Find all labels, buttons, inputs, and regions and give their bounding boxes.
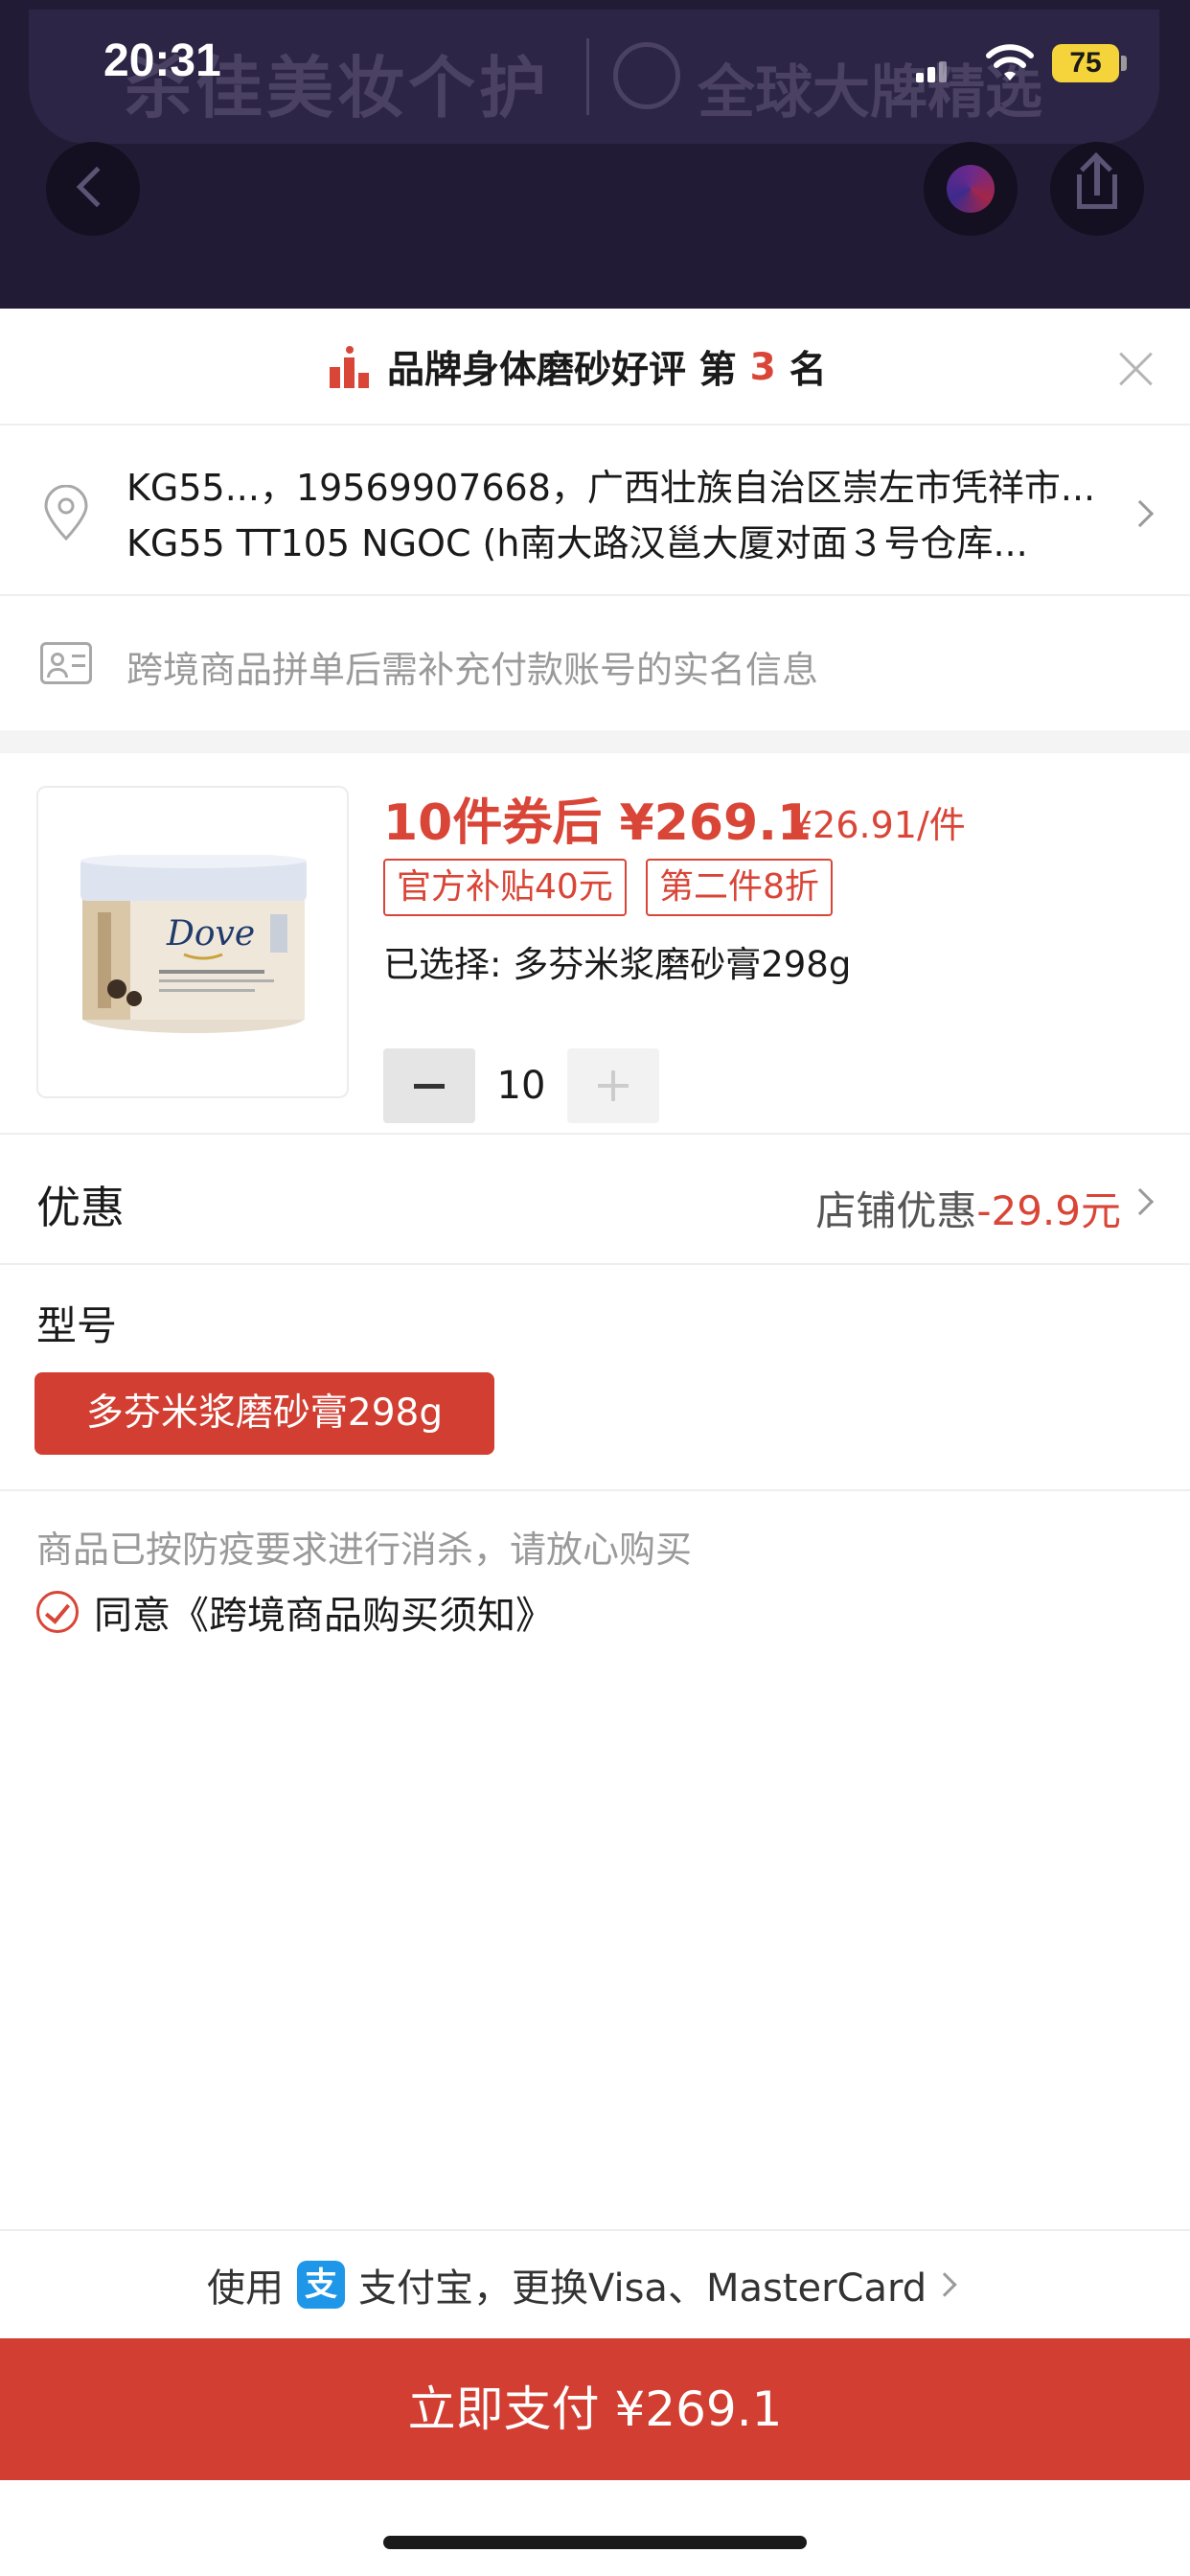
product-card: Dove 10件券后 ¥269.1 ¥26.91/件 官方补贴40元 第二件8折…	[0, 753, 1190, 1135]
identity-notice-row[interactable]: 跨境商品拼单后需补充付款账号的实名信息	[0, 596, 1190, 730]
share-button[interactable]	[1050, 142, 1144, 236]
cellular-signal-icon	[916, 58, 950, 82]
payment-method-row[interactable]: 使用 支 支付宝，更换Visa、MasterCard	[0, 2229, 1190, 2338]
product-image[interactable]: Dove	[36, 786, 349, 1098]
rank-number: 3	[749, 345, 776, 389]
close-icon[interactable]	[1115, 347, 1157, 389]
battery-icon: 75	[1052, 44, 1119, 82]
battery-level: 75	[1069, 47, 1102, 79]
discount-label: 优惠	[36, 1182, 125, 1233]
price-after-coupon: 10件券后 ¥269.1	[383, 794, 812, 852]
subsidy-tag: 官方补贴40元	[383, 859, 627, 916]
banner-divider	[586, 38, 589, 115]
model-option-selected[interactable]: 多芬米浆磨砂膏298g	[34, 1372, 494, 1455]
rank-suffix: 名	[789, 349, 827, 392]
unit-price: ¥26.91/件	[790, 804, 966, 846]
store-discount-amount: -29.9元	[976, 1187, 1121, 1234]
chevron-right-icon	[1126, 1187, 1155, 1216]
identity-notice-text: 跨境商品拼单后需补充付款账号的实名信息	[126, 649, 819, 691]
rank-prefix: 品牌身体磨砂好评 第	[387, 349, 737, 392]
alipay-icon: 支	[297, 2261, 345, 2309]
brand-logo-button[interactable]	[924, 142, 1018, 236]
address-selector[interactable]: KG55...，19569907668，广西壮族自治区崇左市凭祥市... KG5…	[0, 426, 1190, 596]
chevron-right-icon	[932, 2272, 957, 2297]
discount-row[interactable]: 优惠 店铺优惠-29.9元	[0, 1135, 1190, 1265]
checkout-sheet: 品牌身体磨砂好评 第 3 名 KG55...，19569907668，广西壮族自…	[0, 309, 1190, 2576]
model-label: 型号	[36, 1302, 118, 1349]
brand-logo-icon	[947, 165, 995, 213]
model-section: 型号 多芬米浆磨砂膏298g	[0, 1265, 1190, 1491]
checked-circle-icon[interactable]	[36, 1591, 79, 1633]
selected-variant-text: 已选择: 多芬米浆磨砂膏298g	[383, 944, 852, 985]
status-time: 20:31	[103, 35, 221, 86]
agreement-row[interactable]: 同意《跨境商品购买须知》	[36, 1585, 554, 1639]
rank-banner[interactable]: 品牌身体磨砂好评 第 3 名	[0, 309, 1190, 426]
back-button[interactable]	[46, 142, 140, 236]
chevron-left-icon	[76, 166, 118, 208]
store-discount-label: 店铺优惠	[815, 1187, 977, 1234]
quantity-decrease-button[interactable]	[383, 1048, 475, 1123]
dove-jar-image: Dove	[80, 855, 307, 1033]
agreement-text[interactable]: 同意《跨境商品购买须知》	[94, 1584, 554, 1640]
payment-use-label: 使用	[207, 2266, 284, 2311]
address-line-1: KG55...，19569907668，广西壮族自治区崇左市凭祥市...	[126, 467, 1096, 509]
section-divider	[0, 730, 1190, 753]
quantity-increase-button[interactable]	[567, 1048, 659, 1123]
ranking-icon	[330, 346, 370, 388]
svg-text:Dove: Dove	[166, 914, 255, 954]
second-item-discount-tag: 第二件8折	[646, 859, 833, 916]
sanitization-notice: 商品已按防疫要求进行消杀，请放心购买	[36, 1529, 693, 1571]
payment-method-text: 支付宝，更换Visa、MasterCard	[358, 2266, 927, 2311]
location-pin-icon	[44, 485, 88, 541]
pay-now-button[interactable]: 立即支付 ¥269.1	[0, 2338, 1190, 2480]
wifi-icon	[986, 44, 1034, 80]
globe-icon	[613, 42, 680, 109]
address-line-2: KG55 TT105 NGOC (h南大路汉邕大厦对面３号仓库...	[126, 522, 1028, 564]
id-card-icon	[40, 642, 92, 684]
home-indicator	[383, 2536, 807, 2549]
quantity-value[interactable]: 10	[475, 1048, 567, 1123]
chevron-right-icon	[1126, 499, 1155, 528]
